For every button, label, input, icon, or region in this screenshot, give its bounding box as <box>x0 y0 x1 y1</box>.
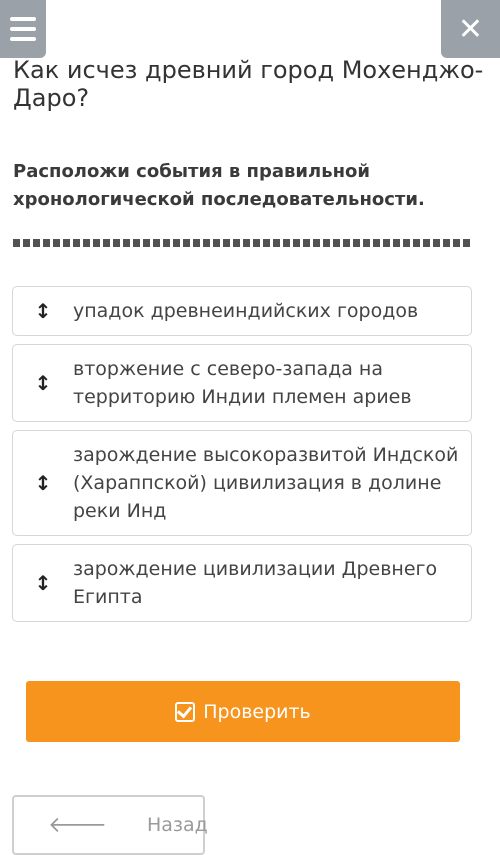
sortable-item-1[interactable]: ↕ упадок древнеиндийских городов <box>12 286 472 336</box>
sortable-item-4[interactable]: ↕ зарождение цивилизации Древнего Египта <box>12 544 472 622</box>
item-label: вторжение с северо-запада на территорию … <box>73 358 412 408</box>
sortable-item-3[interactable]: ↕ зарождение высокоразвитой Индской (Хар… <box>12 430 472 536</box>
close-icon: ✕ <box>457 11 484 47</box>
close-button[interactable]: ✕ <box>441 0 500 58</box>
divider <box>13 239 473 247</box>
menu-button[interactable] <box>0 0 46 58</box>
back-button-label: Назад <box>147 814 208 836</box>
back-button[interactable]: 🡐 Назад <box>12 795 208 855</box>
instruction-text: Расположи события в правильной хронологи… <box>13 161 425 210</box>
item-label: зарождение цивилизации Древнего Египта <box>73 558 438 608</box>
drag-handle-icon[interactable]: ↕ <box>13 371 73 395</box>
drag-handle-icon[interactable]: ↕ <box>13 571 73 595</box>
item-label: зарождение высокоразвитой Индской (Харап… <box>73 444 459 522</box>
check-button[interactable]: Проверить <box>26 681 460 742</box>
drag-handle-icon[interactable]: ↕ <box>13 471 73 495</box>
arrow-left-icon: 🡐 <box>48 813 107 838</box>
sortable-item-2[interactable]: ↕ вторжение с северо-запада на территори… <box>12 344 472 422</box>
hamburger-menu-icon <box>10 17 36 21</box>
question-title: Как исчез древний город Мохенджо-Даро? <box>13 56 484 112</box>
drag-handle-icon[interactable]: ↕ <box>13 299 73 323</box>
check-button-label: Проверить <box>203 700 311 723</box>
checkbox-check-icon <box>175 701 196 722</box>
item-label: упадок древнеиндийских городов <box>73 300 419 322</box>
